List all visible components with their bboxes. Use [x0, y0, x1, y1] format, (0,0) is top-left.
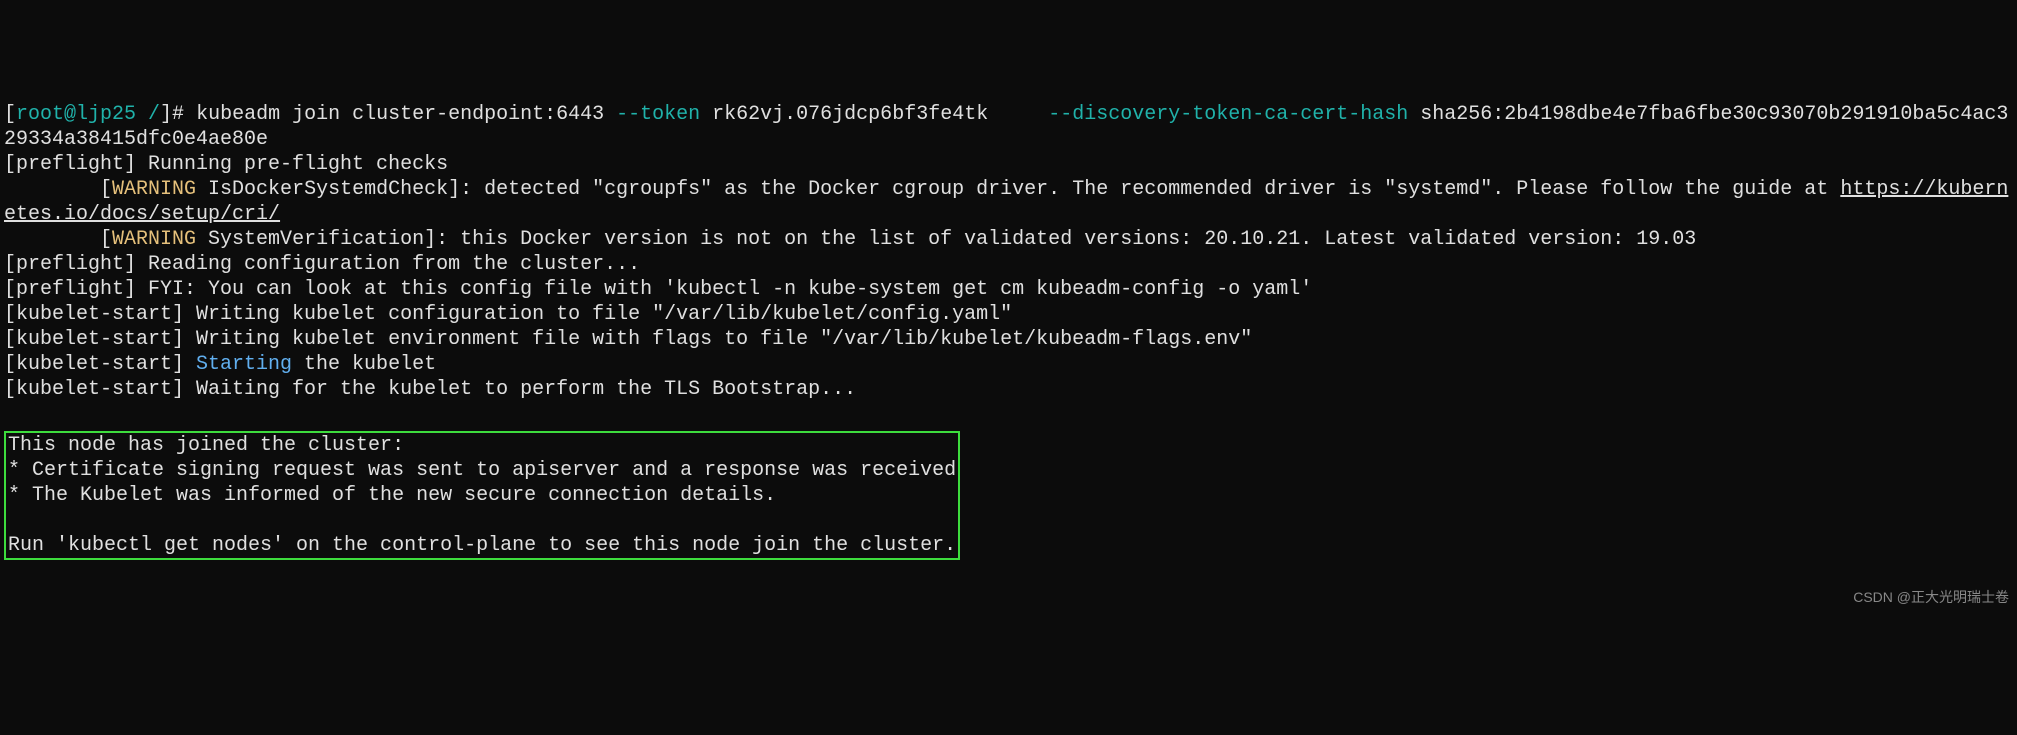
warning-label: WARNING: [112, 228, 196, 251]
out-preflight-running: [preflight] Running pre-flight checks: [4, 153, 448, 176]
out-kubelet-config: [kubelet-start] Writing kubelet configur…: [4, 303, 1012, 326]
starting-word: Starting: [196, 353, 292, 376]
token-value: rk62vj.076jdcp6bf3fe4tk: [700, 103, 1048, 126]
watermark-text: CSDN @正大光明瑞士卷: [1853, 589, 2009, 607]
box-kubelet-informed: * The Kubelet was informed of the new se…: [8, 484, 776, 507]
out-kubelet-waiting: [kubelet-start] Waiting for the kubelet …: [4, 378, 856, 401]
out-kubelet-env: [kubelet-start] Writing kubelet environm…: [4, 328, 1252, 351]
out-kubelet-start-prefix: [kubelet-start]: [4, 353, 196, 376]
box-joined: This node has joined the cluster:: [8, 434, 404, 457]
warning-label: WARNING: [112, 178, 196, 201]
out-kubelet-start-suffix: the kubelet: [292, 353, 436, 376]
box-cert-request: * Certificate signing request was sent t…: [8, 459, 956, 482]
prompt-bracket: [: [4, 103, 16, 126]
box-run-cmd: Run 'kubectl get nodes' on the control-p…: [8, 534, 956, 557]
out-preflight-fyi: [preflight] FYI: You can look at this co…: [4, 278, 1312, 301]
flag-token: --token: [616, 103, 700, 126]
success-box: This node has joined the cluster: * Cert…: [4, 431, 960, 560]
prompt-bracket-close: ]#: [160, 103, 196, 126]
prompt-user-host: root@ljp25 /: [16, 103, 160, 126]
out-preflight-reading: [preflight] Reading configuration from t…: [4, 253, 640, 276]
terminal-output: [root@ljp25 /]# kubeadm join cluster-end…: [4, 102, 2013, 560]
warn-system-verification: SystemVerification]: this Docker version…: [196, 228, 1696, 251]
flag-hash: --discovery-token-ca-cert-hash: [1048, 103, 1408, 126]
warn-prefix: [: [4, 178, 112, 201]
cmd-prefix: kubeadm join cluster-endpoint:6443: [196, 103, 616, 126]
warn-prefix: [: [4, 228, 112, 251]
warn-docker-cgroup: IsDockerSystemdCheck]: detected "cgroupf…: [196, 178, 1840, 201]
